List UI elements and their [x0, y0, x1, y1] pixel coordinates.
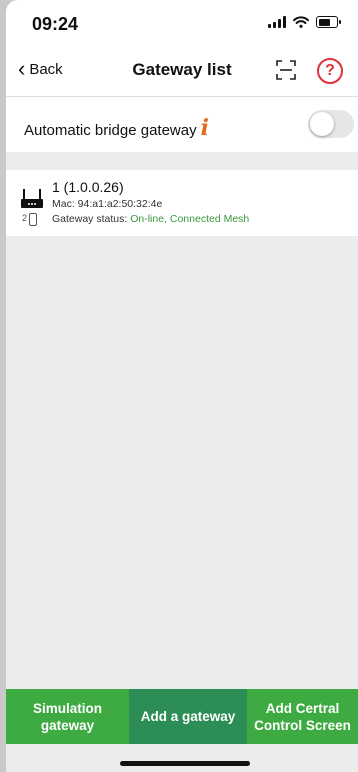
home-indicator[interactable] [120, 761, 250, 766]
connected-device-count: 2 [22, 213, 28, 223]
battery-icon [316, 16, 341, 28]
gateway-status-value: On-line, Connected Mesh [130, 213, 250, 225]
status-bar: 09:24 [6, 0, 358, 46]
nav-bar: ‹ Back Gateway list ? [6, 46, 358, 97]
gateway-status: Gateway status: On-line, Connected Mesh [52, 213, 250, 225]
simulation-gateway-button[interactable]: Simulation gateway [6, 689, 129, 744]
wifi-icon [293, 16, 309, 28]
bottom-action-bar: Simulation gateway Add a gateway Add Cer… [6, 689, 358, 744]
status-time: 09:24 [32, 14, 79, 34]
help-icon[interactable]: ? [317, 58, 343, 84]
info-icon[interactable]: i [201, 115, 209, 141]
auto-bridge-row: Automatic bridge gateway i [6, 97, 358, 152]
toggle-knob [310, 112, 334, 136]
gateway-list-item[interactable]: 2 1 (1.0.0.26) Mac: 94:a1:a2:50:32:4e Ga… [6, 170, 358, 236]
home-area [6, 744, 358, 772]
page-title: Gateway list [132, 60, 232, 79]
auto-bridge-toggle[interactable] [308, 110, 354, 138]
status-icons [268, 16, 341, 28]
scan-icon[interactable] [274, 58, 298, 82]
gateway-name: 1 (1.0.0.26) [52, 179, 124, 195]
phone-screen: 09:24 ‹ Back Gateway list ? Automatic br… [6, 0, 358, 772]
gateway-mac: Mac: 94:a1:a2:50:32:4e [52, 198, 163, 210]
cellular-signal-icon [268, 16, 286, 28]
auto-bridge-label: Automatic bridge gateway i [24, 115, 209, 141]
router-icon [21, 189, 43, 208]
add-central-control-screen-button[interactable]: Add Certral Control Screen [247, 689, 358, 744]
add-gateway-button[interactable]: Add a gateway [129, 689, 247, 744]
mobile-device-icon [29, 213, 37, 226]
